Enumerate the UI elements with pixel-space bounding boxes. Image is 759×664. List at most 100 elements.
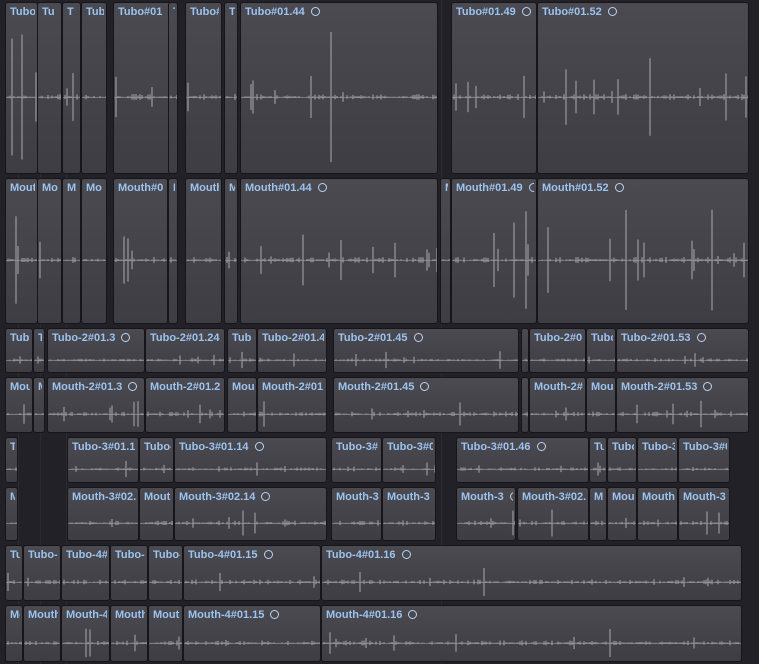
audio-region[interactable]: Mouth-4: [61, 605, 110, 662]
audio-region[interactable]: Tubo: [607, 437, 637, 483]
audio-region[interactable]: Tubo-4#01.16: [321, 545, 742, 601]
audio-region[interactable]: Tubo-3: [637, 437, 678, 483]
audio-region[interactable]: Tubo-3#0: [382, 437, 436, 483]
audio-region[interactable]: Tub: [5, 328, 33, 373]
audio-region[interactable]: Tubo-3#01.14: [174, 437, 327, 483]
waveform: [323, 568, 741, 596]
waveform: [187, 82, 221, 112]
audio-region[interactable]: Mou: [586, 377, 616, 433]
waveform: [523, 358, 528, 362]
audio-region[interactable]: T: [33, 328, 45, 373]
audio-region[interactable]: Tubo-3#01.1: [67, 437, 139, 483]
audio-region[interactable]: Mouth-3: [678, 487, 730, 541]
audio-region[interactable]: M: [5, 487, 18, 541]
audio-region[interactable]: M: [589, 487, 607, 541]
audio-region[interactable]: Tubo-3#0: [678, 437, 730, 483]
audio-region[interactable]: Tubo-: [23, 545, 61, 601]
waveform: [335, 351, 518, 369]
audio-region[interactable]: T: [62, 2, 81, 174]
audio-region[interactable]: Tubo: [586, 328, 616, 373]
audio-region[interactable]: Tubo-: [110, 545, 148, 601]
audio-region[interactable]: Tu: [589, 437, 607, 483]
audio-region[interactable]: Mouth: [185, 178, 222, 324]
audio-region[interactable]: Mouth#01.52: [537, 178, 749, 324]
audio-region[interactable]: Mouth-3#02.: [67, 487, 139, 541]
audio-region[interactable]: Tub: [227, 328, 257, 373]
waveform: [384, 520, 435, 526]
audio-region[interactable]: Mout: [148, 605, 183, 662]
audio-region[interactable]: Tubo#: [185, 2, 222, 174]
audio-region[interactable]: Mouth-3#02.14: [174, 487, 327, 541]
audio-region[interactable]: T: [168, 2, 178, 174]
audio-region[interactable]: Mout: [5, 178, 38, 324]
audio-region[interactable]: Mouth-3: [456, 487, 516, 541]
audio-region[interactable]: Mouth: [23, 605, 61, 662]
audio-region[interactable]: Tubo#01.44: [240, 2, 438, 174]
audio-region[interactable]: Mouth-4#01.16: [321, 605, 742, 662]
audio-region[interactable]: M: [440, 178, 451, 324]
audio-region[interactable]: Tubo-4#01.15: [183, 545, 321, 601]
audio-region[interactable]: Tubo#01.52: [537, 2, 749, 174]
audio-region[interactable]: T: [5, 437, 18, 483]
audio-region[interactable]: Tubo-2#01.4: [257, 328, 327, 373]
audio-region[interactable]: Mou: [227, 377, 257, 433]
audio-region[interactable]: Tu: [37, 2, 62, 174]
audio-region[interactable]: Mouth-2#01.53: [616, 377, 749, 433]
waveform: [680, 467, 729, 471]
waveform: [639, 467, 677, 471]
audio-region[interactable]: Mo: [5, 605, 23, 662]
audio-region[interactable]: Tubo-2#01.45: [333, 328, 519, 373]
audio-region[interactable]: Mouth#0: [113, 178, 168, 324]
audio-region[interactable]: Mou: [5, 377, 33, 433]
waveform: [25, 640, 60, 646]
audio-region[interactable]: M: [33, 377, 45, 433]
audio-region[interactable]: Mo: [81, 178, 107, 324]
audio-region[interactable]: Mouth#01.49: [451, 178, 537, 324]
audio-region[interactable]: T: [224, 2, 238, 174]
audio-region[interactable]: Tubo-2#0: [529, 328, 586, 373]
audio-region[interactable]: Tubo-2#01.3: [47, 328, 145, 373]
audio-region[interactable]: Mo: [37, 178, 62, 324]
audio-region[interactable]: Mouth-2#01.2: [145, 377, 225, 433]
audio-region[interactable]: Mouth: [139, 487, 174, 541]
audio-region[interactable]: Tubo-4#: [61, 545, 110, 601]
audio-region[interactable]: Tubo-: [139, 437, 174, 483]
audio-region[interactable]: Mouth: [110, 605, 148, 662]
audio-region[interactable]: M: [62, 178, 81, 324]
audio-region[interactable]: Tubo-2#01.53: [616, 328, 749, 373]
audio-region[interactable]: T: [521, 328, 529, 373]
waveform: [185, 640, 320, 646]
audio-region[interactable]: Mou: [607, 487, 637, 541]
audio-region[interactable]: Tubo-3#: [331, 437, 382, 483]
waveform: [170, 257, 177, 263]
waveform: [7, 356, 32, 364]
audio-region[interactable]: Tubo#01.49: [451, 2, 537, 174]
audio-region[interactable]: Tub: [81, 2, 107, 174]
waveform: [64, 73, 80, 121]
waveform: [7, 641, 22, 645]
track-lane-mouth-2: MouMMouth-2#01.3Mouth-2#01.2MouMouth-2#0…: [0, 375, 759, 435]
audio-region[interactable]: Tubo-3#01.46: [456, 437, 589, 483]
waveform: [639, 519, 677, 527]
audio-region[interactable]: Tubo: [5, 2, 38, 174]
audio-region[interactable]: Mouth-2#01: [257, 377, 327, 433]
audio-region[interactable]: M: [521, 377, 529, 433]
waveform: [112, 634, 147, 652]
audio-region[interactable]: M: [168, 178, 178, 324]
audio-region[interactable]: Mouth-3: [331, 487, 382, 541]
waveform: [35, 413, 44, 415]
audio-region[interactable]: Mouth#01.44: [240, 178, 438, 324]
audio-region[interactable]: M: [224, 178, 238, 324]
audio-region[interactable]: Mouth-2#01.3: [47, 377, 145, 433]
audio-region[interactable]: Mouth-2#: [529, 377, 586, 433]
audio-region[interactable]: Tubo-: [148, 545, 183, 601]
audio-region[interactable]: Mouth-3: [382, 487, 436, 541]
audio-region[interactable]: Mouth-: [637, 487, 678, 541]
audio-region[interactable]: Mouth-3#02.: [517, 487, 589, 541]
waveform: [150, 636, 182, 650]
waveform: [226, 94, 237, 100]
audio-region[interactable]: Mouth-2#01.45: [333, 377, 519, 433]
audio-region[interactable]: Tubo-2#01.24: [145, 328, 225, 373]
audio-region[interactable]: Mouth-4#01.15: [183, 605, 321, 662]
audio-region[interactable]: Tu: [5, 545, 23, 601]
